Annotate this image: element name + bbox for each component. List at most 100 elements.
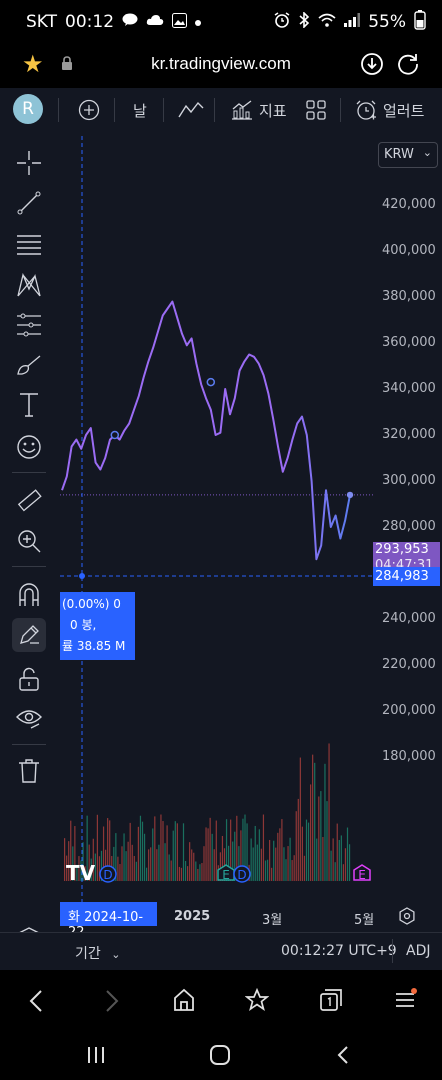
- magnet-icon[interactable]: [12, 578, 46, 612]
- volume-bar: [318, 796, 320, 881]
- zoom-in-icon[interactable]: [12, 524, 46, 558]
- y-tick-label: 380,000: [382, 289, 436, 304]
- event-marker-label: D: [103, 868, 112, 882]
- volume-bar: [340, 835, 342, 881]
- avatar[interactable]: R: [13, 94, 43, 124]
- text-icon[interactable]: [12, 388, 46, 422]
- divider: [12, 566, 46, 567]
- last-price-value: 293,953: [375, 542, 429, 557]
- volume-bar: [166, 825, 168, 881]
- volume-bar: [211, 833, 213, 881]
- back-icon[interactable]: [28, 988, 44, 1018]
- volume-bar: [191, 849, 193, 881]
- trash-icon[interactable]: [12, 754, 46, 788]
- settings-icon[interactable]: [398, 907, 416, 929]
- volume-bar: [154, 816, 156, 881]
- layout-grid-icon[interactable]: [306, 98, 326, 122]
- tabs-icon[interactable]: [319, 988, 343, 1016]
- time-axis[interactable]: 화 2024-10-22 2025 3월 5월: [60, 902, 442, 940]
- indicators-label: 지표: [259, 101, 287, 120]
- interval-button[interactable]: 날: [133, 98, 147, 122]
- alert-label: 얼러트: [383, 101, 425, 120]
- volume-bar: [254, 825, 256, 881]
- lock-drawings-icon[interactable]: [12, 662, 46, 696]
- recent-apps-icon[interactable]: [87, 1046, 105, 1068]
- volume-bar: [98, 856, 101, 881]
- crosshair-price-tag: 284,983: [373, 567, 440, 586]
- alert-button[interactable]: 얼러트: [355, 98, 424, 122]
- menu-icon[interactable]: [394, 988, 420, 1016]
- volume-bar: [129, 822, 131, 881]
- back-button-icon[interactable]: [336, 1045, 350, 1069]
- volume-bar: [293, 855, 295, 881]
- browser-nav-bar: [0, 970, 442, 1034]
- volume-bar: [338, 839, 340, 881]
- volume-bar: [156, 849, 158, 881]
- currency-selector[interactable]: KRW ⌄: [378, 142, 438, 168]
- home-button-icon[interactable]: [209, 1045, 231, 1069]
- brush-icon[interactable]: [12, 348, 46, 382]
- ruler-icon[interactable]: [12, 484, 46, 518]
- adj-button[interactable]: ADJ: [406, 943, 431, 959]
- tradingview-app: R 날 지표 얼러트 TV D E D E KRW ⌄ 420,000 400,…: [0, 88, 442, 983]
- y-tick-label: 180,000: [382, 749, 436, 764]
- volume-bar: [213, 849, 215, 881]
- volume-bar: [170, 860, 172, 881]
- crosshair-icon[interactable]: [12, 146, 46, 180]
- period-button[interactable]: 기간 ⌄: [75, 943, 120, 963]
- chevron-down-icon: ⌄: [422, 146, 432, 159]
- volume-bar: [285, 859, 287, 881]
- currency-label: KRW: [384, 147, 414, 162]
- volume-bar: [336, 823, 338, 881]
- trend-line-icon[interactable]: [12, 186, 46, 220]
- divider: [12, 472, 46, 473]
- price-line: [61, 300, 351, 561]
- fib-lines-icon[interactable]: [12, 228, 46, 262]
- volume-bar: [260, 848, 262, 881]
- forward-icon[interactable]: [104, 988, 120, 1018]
- volume-bar: [326, 801, 328, 881]
- volume-bar: [143, 833, 146, 881]
- volume-bar: [301, 826, 303, 881]
- volume-bar: [305, 819, 308, 881]
- stay-in-drawing-mode-icon[interactable]: [12, 618, 46, 652]
- volume-bar: [279, 828, 281, 881]
- volume-bar: [187, 866, 189, 881]
- add-symbol-icon[interactable]: [78, 98, 100, 122]
- chart-pane[interactable]: TV D E D E KRW ⌄ 420,000 400,000 380,000 360,00…: [60, 136, 442, 983]
- volume-bar: [256, 844, 258, 881]
- y-tick-label: 340,000: [382, 381, 436, 396]
- x-tick-label: 3월: [262, 913, 283, 928]
- volume-bar: [295, 811, 297, 881]
- pattern-icon[interactable]: [12, 268, 46, 302]
- clock-label[interactable]: 00:12:27 UTC+9: [281, 943, 397, 959]
- dividend-marker: [110, 430, 120, 440]
- chart-type-icon[interactable]: [178, 98, 204, 122]
- indicators-button[interactable]: 지표: [231, 98, 287, 122]
- talk-icon: [122, 13, 138, 31]
- hide-drawings-icon[interactable]: [12, 702, 46, 736]
- tooltip-line-2: 0 봉,: [70, 618, 97, 632]
- bookmarks-icon[interactable]: [244, 987, 270, 1016]
- reload-icon[interactable]: [396, 52, 420, 80]
- volume-bar: [258, 829, 260, 881]
- divider: [392, 939, 393, 963]
- volume-bar: [189, 842, 191, 881]
- volume-bar: [135, 861, 137, 881]
- volume-bar: [162, 821, 164, 881]
- drawing-toolbar: [0, 132, 58, 970]
- dot-icon: [195, 15, 202, 30]
- emoji-icon[interactable]: [12, 430, 46, 464]
- system-nav-bar: [0, 1034, 442, 1080]
- home-icon[interactable]: [173, 988, 195, 1016]
- crosshair-date-label: 화 2024-10-22: [60, 902, 157, 940]
- volume-bar: [322, 837, 324, 881]
- chart-bottom-bar: 기간 ⌄ 00:12:27 UTC+9 ADJ: [0, 932, 442, 970]
- forecast-icon[interactable]: [12, 308, 46, 342]
- dividend-marker: [206, 377, 216, 387]
- download-icon[interactable]: [360, 52, 384, 80]
- y-tick-label: 320,000: [382, 427, 436, 442]
- volume-bar: [264, 860, 267, 881]
- volume-bar: [174, 821, 176, 881]
- volume-bar: [283, 847, 285, 881]
